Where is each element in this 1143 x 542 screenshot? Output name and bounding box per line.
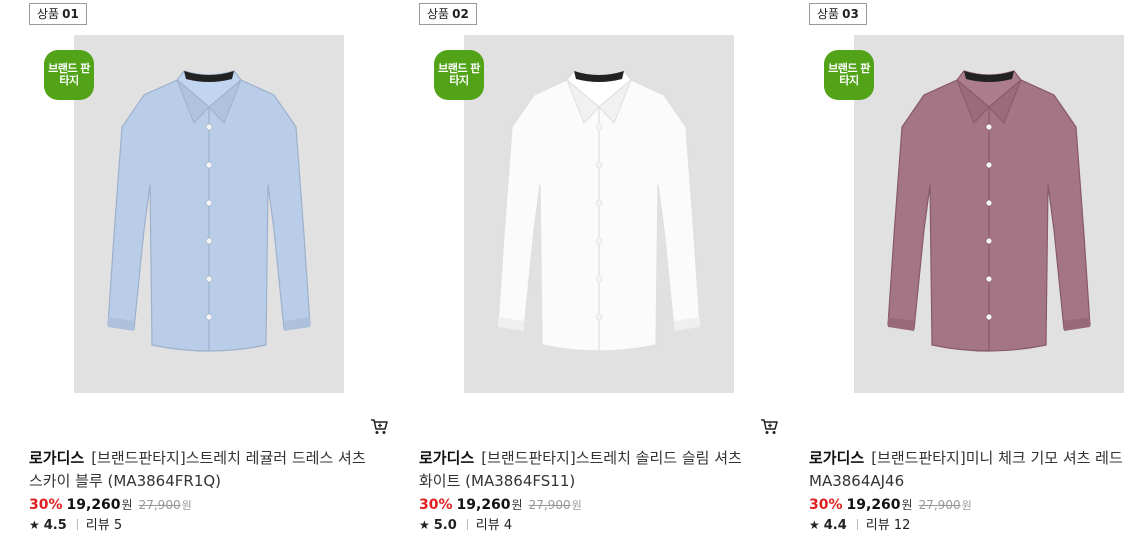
dress-shirt-image	[887, 70, 1091, 352]
shirt-button	[205, 313, 213, 321]
shirt-button	[205, 161, 213, 169]
shirt-button	[205, 123, 213, 131]
product-image[interactable]	[74, 35, 344, 393]
product-number: 01	[62, 7, 79, 21]
product-brand: 로가디스	[419, 449, 475, 467]
product-image[interactable]	[464, 35, 734, 393]
product-number-tag: 상품 01	[29, 3, 87, 25]
shirt-button	[985, 313, 993, 321]
shirt-button	[985, 275, 993, 283]
rating-score: 5.0	[433, 518, 457, 533]
brand-fantasy-badge: 브랜드 판타지	[824, 50, 874, 100]
product-card[interactable]: 상품 01 브랜드 판타지 로가디스 [브랜드판타지]스트레치 레귤러 드레스 셔츠…	[29, 0, 401, 542]
dress-shirt-image	[497, 70, 701, 352]
product-brand: 로가디스	[809, 449, 865, 467]
cart-icon-svg	[761, 419, 778, 434]
shirt-button	[985, 161, 993, 169]
product-number: 03	[842, 7, 859, 21]
rating-row: ★ 4.4 리뷰 12	[809, 514, 911, 533]
sale-price: 19,260	[66, 497, 121, 513]
shirt-button	[595, 161, 603, 169]
product-card[interactable]: 상품 03 브랜드 판타지 로가디스 [브랜드판타지]미니 체크 기모 셔츠 레드 …	[809, 0, 1143, 542]
product-title-link[interactable]: 로가디스 [브랜드판타지]스트레치 솔리드 슬림 셔츠 화이트 (MA3864FS…	[419, 447, 764, 493]
shirt-button	[595, 275, 603, 283]
divider	[76, 519, 78, 530]
shirt-button	[205, 275, 213, 283]
product-number-label: 상품	[37, 7, 60, 21]
shirt-button	[985, 123, 993, 131]
currency-unit: 원	[901, 498, 913, 512]
brand-fantasy-badge: 브랜드 판타지	[434, 50, 484, 100]
review-count: 리뷰 12	[865, 518, 911, 533]
price-row: 30% 19,260원 27,900원	[419, 494, 582, 514]
currency-unit: 원	[121, 498, 133, 512]
product-brand: 로가디스	[29, 449, 85, 467]
divider	[856, 519, 858, 530]
discount-rate: 30%	[809, 497, 843, 513]
star-icon: ★	[29, 518, 40, 532]
original-currency-unit: 원	[181, 499, 192, 512]
shirt-button	[985, 199, 993, 207]
product-image[interactable]	[854, 35, 1124, 393]
product-number-label: 상품	[817, 7, 840, 21]
sale-price: 19,260	[456, 497, 511, 513]
rating-score: 4.4	[823, 518, 847, 533]
shirt-button	[595, 199, 603, 207]
brand-fantasy-badge: 브랜드 판타지	[44, 50, 94, 100]
review-count: 리뷰 4	[475, 518, 513, 533]
discount-rate: 30%	[419, 497, 453, 513]
shirt-button	[205, 237, 213, 245]
dress-shirt-image	[107, 70, 311, 352]
shirt-button	[595, 237, 603, 245]
shirt-button	[595, 123, 603, 131]
rating-score: 4.5	[43, 518, 67, 533]
price-row: 30% 19,260원 27,900원	[809, 494, 972, 514]
original-currency-unit: 원	[571, 499, 582, 512]
cart-icon-svg	[371, 419, 388, 434]
review-count: 리뷰 5	[85, 518, 123, 533]
product-number-tag: 상품 03	[809, 3, 867, 25]
discount-rate: 30%	[29, 497, 63, 513]
product-title-link[interactable]: 로가디스 [브랜드판타지]미니 체크 기모 셔츠 레드 MA3864AJ46	[809, 447, 1143, 493]
product-title-link[interactable]: 로가디스 [브랜드판타지]스트레치 레귤러 드레스 셔츠 스카이 블루 (MA38…	[29, 447, 374, 493]
product-number: 02	[452, 7, 469, 21]
shirt-button	[205, 199, 213, 207]
cart-icon[interactable]	[369, 416, 389, 436]
star-icon: ★	[809, 518, 820, 532]
divider	[466, 519, 468, 530]
original-price: 27,900	[918, 498, 961, 512]
product-number-tag: 상품 02	[419, 3, 477, 25]
sale-price: 19,260	[846, 497, 901, 513]
rating-row: ★ 5.0 리뷰 4	[419, 514, 513, 533]
product-card[interactable]: 상품 02 브랜드 판타지 로가디스 [브랜드판타지]스트레치 솔리드 슬림 셔츠 …	[419, 0, 791, 542]
currency-unit: 원	[511, 498, 523, 512]
original-currency-unit: 원	[961, 499, 972, 512]
original-price: 27,900	[138, 498, 181, 512]
product-number-label: 상품	[427, 7, 450, 21]
original-price: 27,900	[528, 498, 571, 512]
shirt-button	[595, 313, 603, 321]
cart-icon[interactable]	[759, 416, 779, 436]
star-icon: ★	[419, 518, 430, 532]
shirt-button	[985, 237, 993, 245]
price-row: 30% 19,260원 27,900원	[29, 494, 192, 514]
rating-row: ★ 4.5 리뷰 5	[29, 514, 123, 533]
